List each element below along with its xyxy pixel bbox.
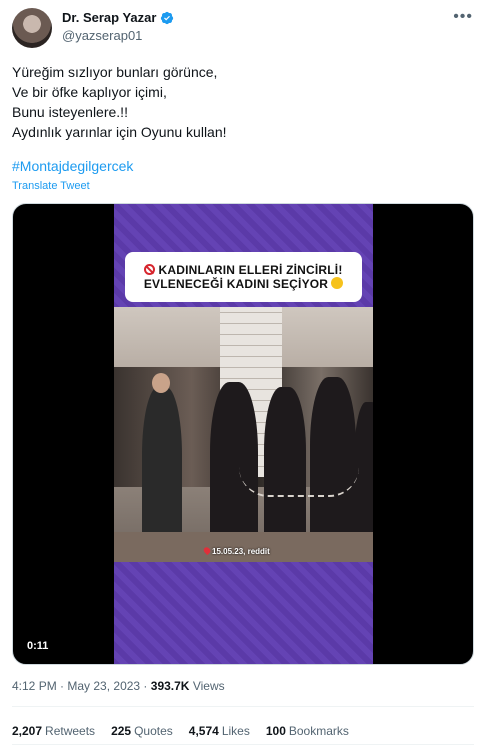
video-frame: KADINLARIN ELLERİ ZİNCİRLİ! EVLENECEĞİ K… — [114, 204, 373, 664]
video-scene: 15.05.23, reddit — [114, 307, 373, 562]
tweet-line: Aydınlık yarınlar için Oyunu kullan! — [12, 124, 227, 140]
video-duration: 0:11 — [23, 638, 53, 654]
likes-label: Likes — [221, 724, 250, 738]
views-count: 393.7K — [150, 679, 190, 693]
author-handle[interactable]: @yazserap01 — [62, 28, 142, 43]
tweet-line: Bunu isteyenlere.!! — [12, 104, 128, 120]
retweets-count: 2,207 — [12, 724, 43, 738]
no-entry-icon — [144, 264, 156, 275]
caption-line-2: EVLENECEĞİ KADINI SEÇİYOR — [143, 277, 344, 291]
quotes-count: 225 — [111, 724, 132, 738]
avatar[interactable] — [12, 8, 52, 48]
tweet-line: Ve bir öfke kaplıyor içimi, — [12, 84, 167, 100]
caption-line-1: KADINLARIN ELLERİ ZİNCİRLİ! — [144, 263, 342, 277]
divider — [12, 706, 474, 707]
author-display-name[interactable]: Dr. Serap Yazar — [62, 10, 156, 25]
video-player[interactable]: KADINLARIN ELLERİ ZİNCİRLİ! EVLENECEĞİ K… — [12, 203, 474, 665]
retweets-stat[interactable]: 2,207 Retweets — [12, 724, 95, 738]
grimacing-emoji-icon — [331, 277, 344, 289]
more-options-icon[interactable]: ••• — [453, 8, 473, 26]
views-label: Views — [192, 679, 225, 693]
tweet-time[interactable]: 4:12 PM — [12, 679, 57, 693]
likes-stat[interactable]: 4,574 Likes — [189, 724, 250, 738]
caption-text-2: EVLENECEĞİ KADINI SEÇİYOR — [143, 277, 329, 291]
video-caption-box: KADINLARIN ELLERİ ZİNCİRLİ! EVLENECEĞİ K… — [125, 252, 362, 302]
bookmarks-stat[interactable]: 100 Bookmarks — [266, 724, 349, 738]
verified-badge-icon — [161, 11, 174, 24]
retweets-label: Retweets — [45, 724, 96, 738]
quotes-stat[interactable]: 225 Quotes — [111, 724, 173, 738]
tweet-text: Yüreğim sızlıyor bunları görünce, Ve bir… — [12, 62, 472, 142]
location-tag-text: 15.05.23, reddit — [212, 547, 270, 556]
translate-tweet-link[interactable]: Translate Tweet — [12, 180, 90, 192]
likes-count: 4,574 — [188, 724, 219, 738]
caption-text-1: KADINLARIN ELLERİ ZİNCİRLİ! — [158, 263, 343, 277]
location-pin-icon — [202, 545, 212, 556]
author-name-row: Dr. Serap Yazar — [62, 10, 174, 25]
hashtag-link[interactable]: #Montajdegilgercek — [12, 158, 133, 174]
chain — [239, 467, 359, 497]
quotes-label: Quotes — [134, 724, 173, 738]
tweet-date[interactable]: May 23, 2023 — [67, 679, 140, 693]
bookmarks-count: 100 — [265, 724, 286, 738]
location-tag: 15.05.23, reddit — [202, 545, 270, 556]
tweet-meta: 4:12 PM · May 23, 2023 · 393.7K Views — [12, 679, 225, 693]
engagement-stats: 2,207 Retweets 225 Quotes 4,574 Likes 100 Bo… — [12, 724, 349, 738]
bookmarks-label: Bookmarks — [288, 724, 349, 738]
robed-figure — [310, 377, 356, 547]
man-head — [152, 373, 170, 393]
tweet-line: Yüreğim sızlıyor bunları görünce, — [12, 64, 218, 80]
divider — [12, 744, 474, 745]
